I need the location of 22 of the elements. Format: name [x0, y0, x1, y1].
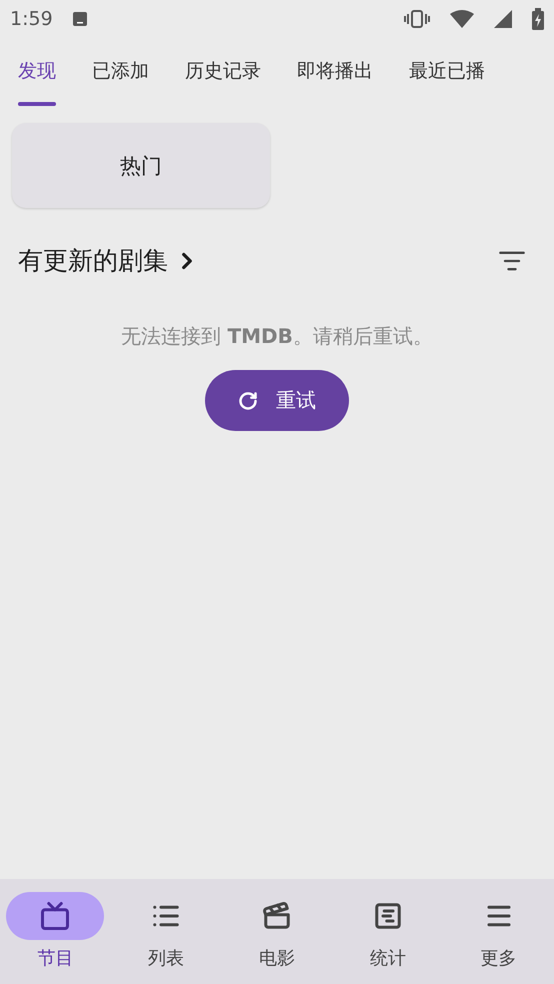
- signal-icon: [494, 10, 512, 28]
- nav-item[interactable]: 统计: [332, 879, 444, 984]
- tv-icon: [40, 901, 70, 931]
- error-message: 无法连接到 TMDB。请稍后重试。: [120, 323, 434, 350]
- nav-item[interactable]: 电影: [222, 879, 332, 984]
- retry-button[interactable]: 重试: [205, 370, 349, 431]
- tab[interactable]: 即将播出: [297, 44, 373, 106]
- refresh-icon: [238, 390, 258, 410]
- section-title-link[interactable]: 有更新的剧集: [18, 244, 200, 277]
- nav-item[interactable]: 更多: [443, 879, 554, 984]
- tab[interactable]: 已添加: [92, 44, 149, 106]
- category-card[interactable]: 热门: [12, 123, 270, 208]
- battery-icon: [532, 8, 544, 30]
- tab[interactable]: 最近已播: [409, 44, 485, 106]
- nav-item[interactable]: 列表: [110, 879, 222, 984]
- wifi-icon: [450, 10, 474, 28]
- nav-item[interactable]: 节目: [0, 879, 111, 984]
- tab[interactable]: 发现: [18, 44, 56, 106]
- vibrate-icon: [404, 9, 430, 29]
- status-time: 1:59: [10, 8, 53, 30]
- tab[interactable]: 历史记录: [185, 44, 261, 106]
- clapperboard-icon: [262, 901, 292, 931]
